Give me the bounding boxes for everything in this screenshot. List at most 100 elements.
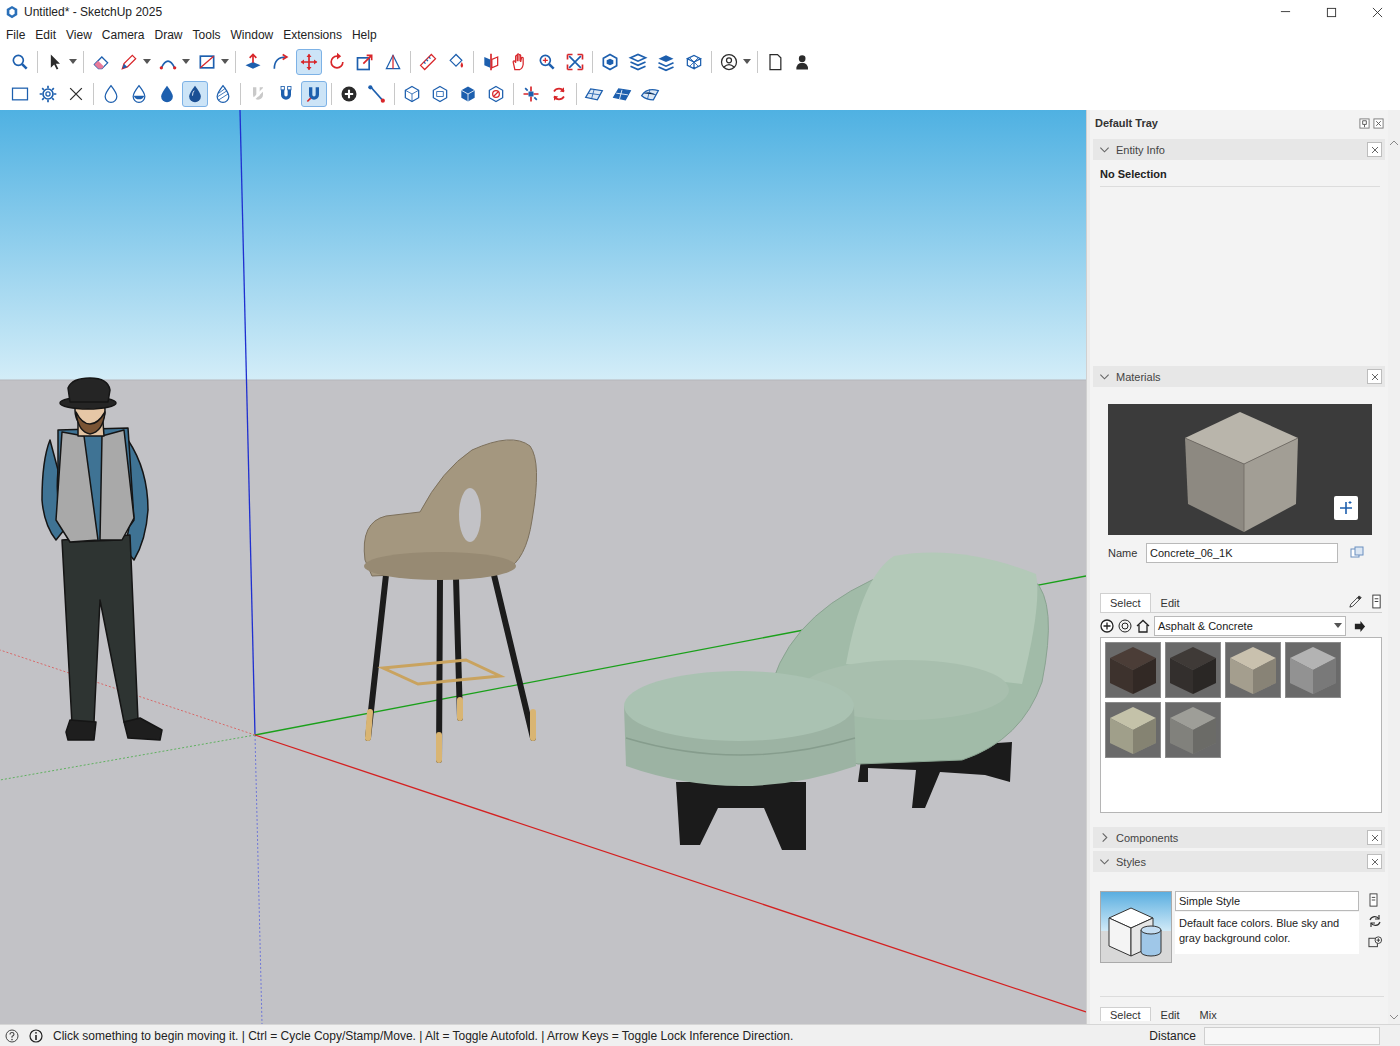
style-tab[interactable]: Edit bbox=[1151, 1007, 1190, 1021]
menu-item[interactable]: Extensions bbox=[278, 26, 347, 44]
material-swatch[interactable] bbox=[1225, 642, 1281, 698]
help-icon[interactable] bbox=[5, 1029, 19, 1043]
material-tab[interactable]: Select bbox=[1100, 593, 1151, 612]
tool-button[interactable] bbox=[210, 81, 236, 107]
tool-button[interactable] bbox=[35, 81, 61, 107]
create-material-button[interactable] bbox=[1334, 496, 1358, 520]
dropdown-arrow-icon[interactable] bbox=[143, 59, 151, 65]
material-swatch[interactable] bbox=[1105, 642, 1161, 698]
tool-button[interactable] bbox=[42, 49, 68, 75]
tool-button[interactable] bbox=[352, 49, 378, 75]
maximize-button[interactable] bbox=[1308, 0, 1354, 24]
tool-button[interactable] bbox=[182, 81, 208, 107]
tool-button[interactable] bbox=[653, 49, 679, 75]
tool-button[interactable] bbox=[581, 81, 607, 107]
tool-button[interactable] bbox=[637, 81, 663, 107]
tool-button[interactable] bbox=[336, 81, 362, 107]
menu-item[interactable]: Camera bbox=[97, 26, 150, 44]
close-button[interactable] bbox=[1354, 0, 1400, 24]
material-name-field[interactable]: Concrete_06_1K bbox=[1146, 543, 1338, 563]
pin-icon[interactable] bbox=[1359, 118, 1370, 129]
3d-model-viewport[interactable] bbox=[0, 110, 1086, 1024]
tool-button[interactable] bbox=[380, 49, 406, 75]
tool-button[interactable] bbox=[194, 49, 220, 75]
tool-button[interactable] bbox=[63, 81, 89, 107]
tool-button[interactable] bbox=[273, 81, 299, 107]
panel-header[interactable]: Materials bbox=[1093, 366, 1385, 387]
tool-button[interactable] bbox=[415, 49, 441, 75]
details-arrow-icon[interactable] bbox=[1353, 620, 1366, 633]
tool-button[interactable] bbox=[324, 49, 350, 75]
style-tab[interactable]: Select bbox=[1100, 1007, 1151, 1021]
tool-button[interactable] bbox=[88, 49, 114, 75]
material-tab[interactable]: Edit bbox=[1151, 593, 1190, 612]
tool-button[interactable] bbox=[597, 49, 623, 75]
panel-close-button[interactable] bbox=[1367, 830, 1382, 845]
tool-button[interactable] bbox=[455, 81, 481, 107]
tool-button[interactable] bbox=[364, 81, 390, 107]
tool-button[interactable] bbox=[443, 49, 469, 75]
tool-button[interactable] bbox=[625, 49, 651, 75]
detail-icon[interactable] bbox=[1368, 893, 1379, 907]
chevron-down-icon[interactable] bbox=[1099, 856, 1110, 867]
dropdown-arrow-icon[interactable] bbox=[182, 59, 190, 65]
menu-item[interactable]: Help bbox=[347, 26, 382, 44]
menu-item[interactable]: Draw bbox=[150, 26, 188, 44]
dropdown-arrow-icon[interactable] bbox=[221, 59, 229, 65]
home-icon[interactable] bbox=[1136, 619, 1150, 633]
dropdown-arrow-icon[interactable] bbox=[69, 59, 77, 65]
tool-button[interactable] bbox=[716, 49, 742, 75]
tool-button[interactable] bbox=[245, 81, 271, 107]
collection-dropdown[interactable]: Asphalt & Concrete bbox=[1154, 616, 1346, 636]
chevron-down-icon[interactable] bbox=[1099, 371, 1110, 382]
tool-button[interactable] bbox=[268, 49, 294, 75]
style-name-field[interactable]: Simple Style bbox=[1175, 891, 1359, 911]
measurement-field[interactable] bbox=[1204, 1027, 1380, 1045]
tool-button[interactable] bbox=[7, 81, 33, 107]
panel-header[interactable]: Entity Info bbox=[1093, 139, 1385, 160]
panel-close-button[interactable] bbox=[1367, 854, 1382, 869]
menu-item[interactable]: Tools bbox=[188, 26, 226, 44]
minimize-button[interactable] bbox=[1262, 0, 1308, 24]
tool-button[interactable] bbox=[546, 81, 572, 107]
tray-scrollbar[interactable] bbox=[1388, 110, 1400, 1024]
tool-button[interactable] bbox=[609, 81, 635, 107]
material-swatch[interactable] bbox=[1285, 642, 1341, 698]
chevron-down-icon[interactable] bbox=[1099, 144, 1110, 155]
tool-button[interactable] bbox=[399, 81, 425, 107]
menu-item[interactable]: Edit bbox=[30, 26, 61, 44]
tool-button[interactable] bbox=[7, 49, 33, 75]
tool-button[interactable] bbox=[154, 81, 180, 107]
tool-button[interactable] bbox=[483, 81, 509, 107]
panel-header[interactable]: Styles bbox=[1093, 851, 1385, 872]
new-style-icon[interactable] bbox=[1368, 935, 1383, 949]
info-icon[interactable] bbox=[29, 1029, 43, 1043]
update-icon[interactable] bbox=[1368, 914, 1382, 928]
material-swatch[interactable] bbox=[1105, 702, 1161, 758]
style-thumbnail[interactable] bbox=[1100, 891, 1172, 963]
tool-button[interactable] bbox=[478, 49, 504, 75]
duplicate-icon[interactable] bbox=[1350, 546, 1364, 560]
tool-button[interactable] bbox=[116, 49, 142, 75]
tool-button[interactable] bbox=[518, 81, 544, 107]
tool-button[interactable] bbox=[506, 49, 532, 75]
create-icon[interactable] bbox=[1100, 619, 1114, 633]
eyedropper-icon[interactable] bbox=[1348, 594, 1363, 609]
tool-button[interactable] bbox=[126, 81, 152, 107]
scroll-down-icon[interactable] bbox=[1390, 1014, 1398, 1020]
tool-button[interactable] bbox=[681, 49, 707, 75]
menu-item[interactable]: View bbox=[61, 26, 97, 44]
tray-close-icon[interactable] bbox=[1373, 118, 1384, 129]
style-tab[interactable]: Mix bbox=[1190, 1007, 1227, 1021]
tool-button[interactable] bbox=[240, 49, 266, 75]
panel-close-button[interactable] bbox=[1367, 142, 1382, 157]
tool-button[interactable] bbox=[534, 49, 560, 75]
panel-header[interactable]: Components bbox=[1093, 827, 1385, 848]
tool-button[interactable] bbox=[427, 81, 453, 107]
tool-button[interactable] bbox=[155, 49, 181, 75]
detail-icon[interactable] bbox=[1371, 594, 1382, 609]
material-swatch[interactable] bbox=[1165, 642, 1221, 698]
scroll-up-icon[interactable] bbox=[1390, 140, 1398, 146]
material-swatch[interactable] bbox=[1165, 702, 1221, 758]
menu-item[interactable]: File bbox=[1, 26, 30, 44]
